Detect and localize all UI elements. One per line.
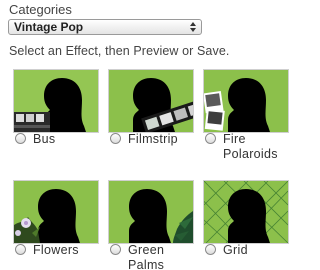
effect-filmstrip-label: Filmstrip xyxy=(128,132,178,146)
silhouette-flowers-thumbnail xyxy=(14,181,98,243)
effect-green-palms-radio[interactable] xyxy=(110,244,121,255)
silhouette-grid-thumbnail xyxy=(204,181,288,243)
silhouette-green-palms-thumbnail xyxy=(109,181,193,243)
effect-grid-thumbnail[interactable] xyxy=(203,180,289,244)
effect-grid-radio[interactable] xyxy=(205,244,216,255)
effect-bus-label: Bus xyxy=(33,132,56,146)
effect-flowers-radio[interactable] xyxy=(15,244,26,255)
effect-filmstrip-thumbnail[interactable] xyxy=(108,69,194,133)
effect-green-palms-thumbnail[interactable] xyxy=(108,180,194,244)
effect-fire-polaroids-label: Fire Polaroids xyxy=(223,132,278,161)
effects-panel: Categories Vintage Pop Select an Effect,… xyxy=(0,0,297,270)
categories-select[interactable]: Vintage Pop xyxy=(8,19,202,35)
select-arrows-icon xyxy=(190,22,196,32)
categories-label: Categories xyxy=(9,2,72,17)
instruction-text: Select an Effect, then Preview or Save. xyxy=(9,44,230,58)
effect-grid-label: Grid xyxy=(223,243,248,257)
categories-selected-value: Vintage Pop xyxy=(14,20,84,34)
effect-fire-polaroids-thumbnail[interactable] xyxy=(203,69,289,133)
effect-fire-polaroids-radio[interactable] xyxy=(205,133,216,144)
effect-bus-thumbnail[interactable] xyxy=(13,69,99,133)
effect-flowers-thumbnail[interactable] xyxy=(13,180,99,244)
effect-bus-radio[interactable] xyxy=(15,133,26,144)
silhouette-filmstrip-thumbnail xyxy=(109,70,193,132)
effect-flowers-label: Flowers xyxy=(33,243,79,257)
effect-filmstrip-radio[interactable] xyxy=(110,133,121,144)
silhouette-bus-thumbnail xyxy=(14,70,98,132)
effect-green-palms-label: Green Palms xyxy=(128,243,165,270)
silhouette-fire-polaroids-thumbnail xyxy=(204,70,288,132)
